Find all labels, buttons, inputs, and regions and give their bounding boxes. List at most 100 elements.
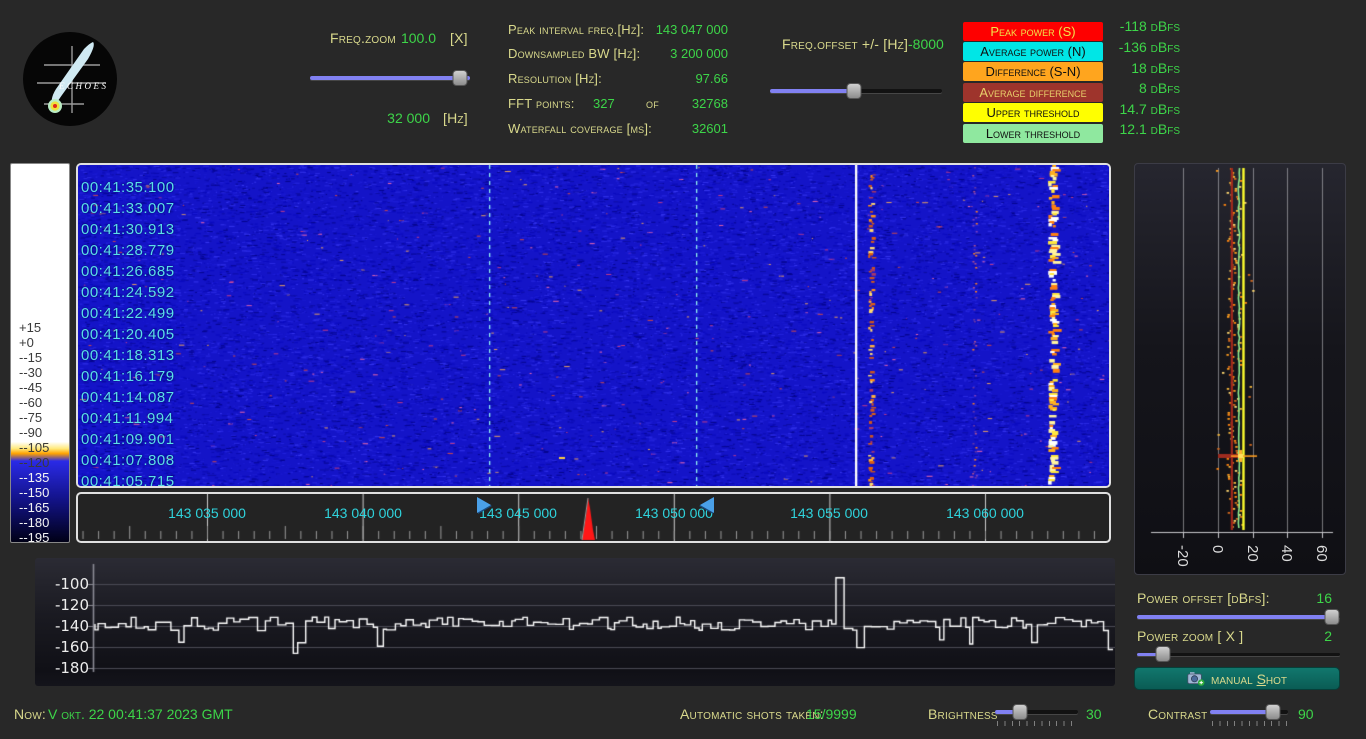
freq-zoom-slider-handle[interactable]: [453, 70, 468, 86]
waterfall-timestamp: 00:41:07.808: [81, 452, 175, 469]
spectrum-axis-tick: 40: [1278, 545, 1295, 562]
stat-value: 97.66: [695, 71, 728, 86]
waterfall-timestamp: 00:41:24.592: [81, 284, 175, 301]
waterfall-timestamp: 00:41:18.313: [81, 347, 175, 364]
freq-zoom-value: 100.0: [370, 30, 436, 46]
legend-button-peak-power[interactable]: Peak power (S): [963, 22, 1103, 41]
legend-button-lower-threshold[interactable]: Lower threshold: [963, 124, 1103, 143]
waterfall-timestamp: 00:41:30.913: [81, 221, 175, 238]
stat-fft-points: FFT points: 327 of 32768: [508, 96, 728, 112]
colorbar-tick: --45: [19, 380, 42, 395]
waterfall-timestamp: 00:41:20.405: [81, 326, 175, 343]
brightness-slider[interactable]: [995, 704, 1078, 720]
manual-shot-button[interactable]: manual Shot: [1134, 667, 1340, 690]
stat-value: 143 047 000: [656, 22, 728, 37]
shots-taken-label: Automatic shots taken:: [680, 706, 824, 722]
manual-shot-label: manual Shot: [1211, 671, 1287, 687]
legend-button-label: Difference (S-N): [985, 64, 1080, 79]
legend-button-average-power[interactable]: Average power (N): [963, 42, 1103, 61]
ruler-frequency-label: 143 040 000: [324, 505, 402, 521]
brightness-slider-ticks: [997, 721, 1077, 726]
colorbar-tick: --135: [19, 470, 49, 485]
stat-label: Peak interval freq.[Hz]:: [508, 22, 644, 37]
waterfall-timestamp: 00:41:11.994: [81, 410, 173, 427]
power-graph-canvas: [35, 558, 1115, 686]
stat-label: Waterfall coverage [ms]:: [508, 121, 652, 136]
spectrum-axis-tick: 20: [1244, 545, 1261, 562]
colorbar-tick: +0: [19, 335, 34, 350]
legend-value-difference: 18 dBfs: [1108, 60, 1180, 76]
legend-value-lower-threshold: 12.1 dBfs: [1108, 121, 1180, 137]
power-colorbar: +15 +0 --15 --30 --45 --60 --75 --90 --1…: [10, 163, 70, 543]
colorbar-tick: --105: [19, 440, 49, 455]
freq-offset-slider-handle[interactable]: [847, 83, 862, 99]
freq-offset-slider[interactable]: [770, 83, 942, 99]
contrast-label: Contrast: [1148, 706, 1208, 722]
freq-zoom-slider-groove: [310, 76, 470, 80]
spectrum-axis-tick: 0: [1209, 545, 1226, 553]
power-axis-tick: -140: [35, 617, 89, 635]
now-label: Now:: [14, 706, 46, 722]
power-axis-tick: -120: [35, 596, 89, 614]
freq-offset-label: Freq.offset +/- [Hz]: [782, 36, 908, 52]
stat-waterfall-coverage: Waterfall coverage [ms]: 32601: [508, 121, 728, 137]
ruler-frequency-label: 143 055 000: [790, 505, 868, 521]
camera-icon: [1187, 671, 1205, 686]
power-offset-slider-handle[interactable]: [1324, 609, 1339, 625]
colorbar-tick: --30: [19, 365, 42, 380]
freq-zoom-slider[interactable]: [310, 70, 470, 86]
colorbar-tick: --60: [19, 395, 42, 410]
waterfall-display: 00:41:35.100 00:41:33.007 00:41:30.913 0…: [76, 163, 1111, 488]
waterfall-timestamp: 00:41:05.715: [81, 473, 175, 488]
waterfall-timestamp: 00:41:14.087: [81, 389, 175, 406]
waterfall-timestamp: 00:41:33.007: [81, 200, 175, 217]
fft-total-value: 32768: [692, 96, 728, 111]
power-offset-value: 16: [1240, 590, 1332, 606]
contrast-slider[interactable]: [1210, 704, 1288, 720]
power-axis-tick: -160: [35, 638, 89, 656]
stat-downsampled-bw: Downsampled BW [Hz]: 3 200 000: [508, 46, 728, 62]
stat-resolution: Resolution [Hz]: 97.66: [508, 71, 728, 87]
echoes-logo: ECHOES: [22, 31, 118, 127]
colorbar-tick: --15: [19, 350, 42, 365]
colorbar-tick: --120: [19, 455, 49, 470]
power-zoom-value: 2: [1240, 628, 1332, 644]
spectrum-axis-tick: 60: [1313, 545, 1330, 562]
brightness-value: 30: [1086, 706, 1102, 722]
shots-taken-value: 15/9999: [806, 706, 857, 722]
colorbar-tick: --165: [19, 500, 49, 515]
colorbar-tick: --90: [19, 425, 42, 440]
echoes-app-window: ECHOES Freq.zoom 100.0 [X] 32 000 [Hz] P…: [0, 0, 1366, 739]
brightness-label: Brightness: [928, 706, 998, 722]
now-value: V окт. 22 00:41:37 2023 GMT: [48, 706, 233, 722]
power-zoom-slider-handle[interactable]: [1156, 646, 1171, 662]
power-offset-slider[interactable]: [1137, 609, 1340, 625]
legend-button-label: Average power (N): [980, 44, 1085, 59]
power-zoom-slider[interactable]: [1137, 646, 1340, 662]
contrast-slider-handle[interactable]: [1266, 704, 1281, 720]
fft-used-value: 327: [593, 96, 615, 111]
legend-button-average-difference[interactable]: Average difference: [963, 83, 1103, 102]
brightness-slider-groove: [995, 710, 1078, 714]
frequency-ruler[interactable]: 143 035 000 143 040 000 143 045 000 143 …: [76, 492, 1111, 543]
legend-value-average-difference: 8 dBfs: [1108, 80, 1180, 96]
stat-value: 3 200 000: [670, 46, 728, 61]
spectrum-canvas: [1135, 164, 1345, 574]
waterfall-canvas: [78, 165, 1109, 486]
legend-value-average-power: -136 dBfs: [1108, 39, 1180, 55]
power-axis-tick: -180: [35, 659, 89, 677]
ruler-frequency-label: 143 060 000: [946, 505, 1024, 521]
interval-upper-bound-marker[interactable]: [700, 497, 714, 513]
average-power-graph: -100 -120 -140 -160 -180: [35, 558, 1115, 686]
legend-button-difference[interactable]: Difference (S-N): [963, 62, 1103, 81]
colorbar-tick: --195: [19, 530, 49, 545]
legend-button-label: Average difference: [979, 85, 1086, 100]
interval-lower-bound-marker[interactable]: [477, 497, 491, 513]
freq-offset-value: -8000: [908, 36, 944, 52]
brightness-slider-handle[interactable]: [1012, 704, 1027, 720]
waterfall-timestamp: 00:41:35.100: [81, 179, 175, 196]
legend-button-label: Lower threshold: [986, 126, 1080, 141]
stat-value: 32601: [692, 121, 728, 136]
legend-button-upper-threshold[interactable]: Upper threshold: [963, 103, 1103, 122]
waterfall-timestamp: 00:41:28.779: [81, 242, 175, 259]
